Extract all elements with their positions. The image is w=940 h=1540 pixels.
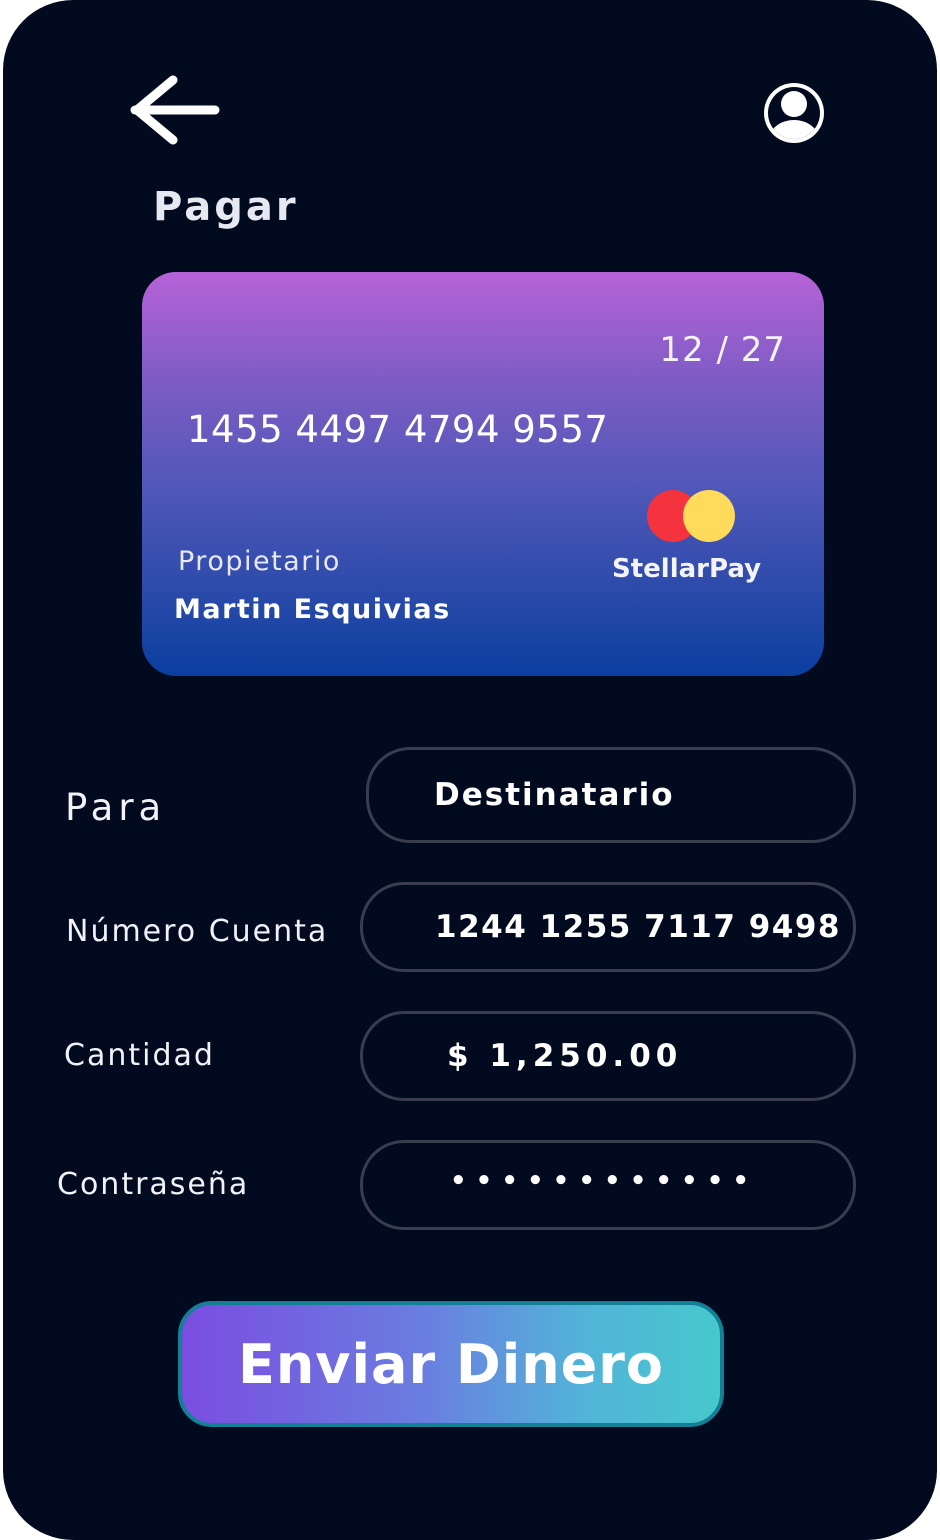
card-owner-label: Propietario — [178, 546, 341, 577]
amount-value: $ 1,250.00 — [447, 1038, 683, 1074]
recipient-field[interactable]: Destinatario — [366, 747, 856, 843]
page-title: Pagar — [153, 184, 299, 230]
user-circle-icon — [764, 83, 824, 143]
send-money-button[interactable]: Enviar Dinero — [178, 1301, 724, 1427]
send-money-label: Enviar Dinero — [237, 1332, 665, 1396]
para-label: Para — [65, 786, 167, 829]
account-number-value: 1244 1255 7117 9498 — [435, 909, 841, 945]
card-expiry: 12 / 27 — [659, 330, 786, 370]
card-owner-name: Martin Esquivias — [174, 594, 451, 625]
card-brand-name: StellarPay — [612, 554, 762, 584]
account-number-label: Número Cuenta — [66, 914, 329, 949]
profile-button[interactable] — [761, 80, 827, 146]
recipient-value: Destinatario — [434, 777, 675, 813]
password-value: • • • • • • • • • • • • — [450, 1166, 749, 1196]
credit-card[interactable]: 12 / 27 1455 4497 4794 9557 Propietario … — [142, 272, 824, 676]
password-label: Contraseña — [57, 1167, 250, 1202]
account-number-field[interactable]: 1244 1255 7117 9498 — [360, 882, 856, 972]
overlapping-circles-logo — [647, 490, 735, 542]
amount-field[interactable]: $ 1,250.00 — [360, 1011, 856, 1101]
payment-screen: Pagar 12 / 27 1455 4497 4794 9557 Propie… — [3, 0, 937, 1540]
password-field[interactable]: • • • • • • • • • • • • — [360, 1140, 856, 1230]
back-button[interactable] — [125, 72, 221, 148]
arrow-left-icon — [130, 75, 220, 145]
card-number: 1455 4497 4794 9557 — [187, 408, 609, 451]
amount-label: Cantidad — [64, 1038, 215, 1073]
